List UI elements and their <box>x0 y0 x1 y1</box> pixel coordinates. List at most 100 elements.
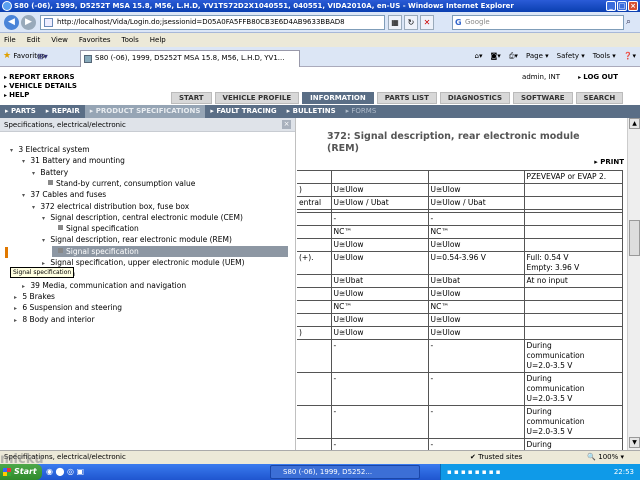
menu-tools[interactable]: Tools <box>122 33 139 47</box>
print-link[interactable]: PRINT <box>594 158 624 166</box>
table-cell: Full: 0.54 V Empty: 3.96 V <box>523 251 623 275</box>
table-cell: - <box>330 438 429 450</box>
tree-node[interactable]: ▾ 31 Battery and mounting <box>22 155 125 166</box>
quick-launch-icons[interactable]: ◉ ⬤ ◎ ▣ <box>46 467 84 476</box>
table-cell: NC™ <box>427 300 525 314</box>
main-tab-parts-list[interactable]: PARTS LIST <box>376 92 437 104</box>
tree-node[interactable]: ▸ 5 Brakes <box>14 291 55 302</box>
sub-tab-product-specifications[interactable]: PRODUCT SPECIFICATIONS <box>84 105 206 118</box>
table-cell: At no input <box>523 274 623 288</box>
tree-node[interactable]: ▸ 6 Suspension and steering <box>14 302 122 313</box>
main-tab-start[interactable]: START <box>171 92 212 104</box>
main-tab-vehicle-profile[interactable]: VEHICLE PROFILE <box>214 92 300 104</box>
home-icon[interactable]: ⌂▾ <box>475 51 483 62</box>
system-tray: ▪ ▪ ▪ ▪ ▪ ▪ ▪ ▪ 22:53 <box>440 464 640 480</box>
tree-leaf[interactable]: Stand-by current, consumption value <box>42 178 195 189</box>
table-cell: U=0.54-3.96 V <box>427 251 525 275</box>
tree-node[interactable]: ▸ 39 Media, communication and navigation <box>22 280 186 291</box>
tree-node[interactable]: ▾ Battery <box>32 167 68 178</box>
collapse-icon[interactable]: ▾ <box>32 168 38 179</box>
search-placeholder: Google <box>465 18 490 26</box>
safety-menu[interactable]: Safety ▾ <box>557 51 585 62</box>
menu-help[interactable]: Help <box>150 33 166 47</box>
security-zone[interactable]: ✔ Trusted sites <box>470 451 522 464</box>
forward-icon[interactable]: ▶ <box>21 15 36 30</box>
logout-link[interactable]: LOG OUT <box>578 73 618 81</box>
table-cell <box>523 212 623 226</box>
table-cell: U≅Ulow / Ubat <box>330 196 429 210</box>
collapse-icon[interactable]: ▾ <box>32 202 38 213</box>
tree-node[interactable]: ▾ 372 electrical distribution box, fuse … <box>32 201 189 212</box>
content-scrollbar[interactable]: ▲ ▼ <box>627 118 640 450</box>
address-url: http://localhost/Vida/Login.do;jsessioni… <box>57 18 345 26</box>
tree-node[interactable]: ▾ 37 Cables and fuses <box>22 189 106 200</box>
table-cell: U≅Ulow <box>427 287 525 301</box>
tree-node[interactable]: ▾ Signal description, central electronic… <box>42 212 243 223</box>
document-content: 372: Signal description, rear electronic… <box>297 118 627 450</box>
sub-tab-fault-tracing[interactable]: FAULT TRACING <box>205 105 281 118</box>
collapse-icon[interactable]: ▾ <box>22 156 28 167</box>
taskbar-ie-button[interactable]: S80 (-06), 1999, D5252... <box>270 465 420 479</box>
search-input[interactable]: G Google ⌕ <box>452 15 631 30</box>
page-menu[interactable]: Page ▾ <box>526 51 549 62</box>
maximize-button[interactable]: □ <box>617 1 627 11</box>
compat-icon[interactable]: ▦ <box>388 15 402 30</box>
menu-favorites[interactable]: Favorites <box>79 33 111 47</box>
collapse-icon[interactable]: ▾ <box>42 213 48 224</box>
menu-edit[interactable]: Edit <box>27 33 41 47</box>
table-cell: - <box>330 212 429 226</box>
collapse-icon[interactable]: ▾ <box>42 235 48 246</box>
menu-view[interactable]: View <box>51 33 68 47</box>
menu-bar: File Edit View Favorites Tools Help <box>0 33 640 47</box>
stop-icon[interactable]: ✕ <box>420 15 434 30</box>
tab-list-icon[interactable]: ⊞▾ <box>37 52 48 61</box>
zoom-level[interactable]: 🔍 100% ▾ <box>587 451 624 464</box>
scroll-thumb[interactable] <box>629 220 640 256</box>
main-tab-diagnostics[interactable]: DIAGNOSTICS <box>439 92 510 104</box>
tree-node[interactable]: ▾ 3 Electrical system <box>10 144 90 155</box>
signal-table: PZEVEVAP or EVAP 2.) U≅Ulow U≅Ulow entral U≅… <box>297 170 623 450</box>
main-tab-software[interactable]: SOFTWARE <box>513 92 573 104</box>
table-cell: ) <box>297 326 332 340</box>
tray-icons[interactable]: ▪ ▪ ▪ ▪ ▪ ▪ ▪ ▪ <box>447 464 501 480</box>
menu-file[interactable]: File <box>4 33 16 47</box>
tree-leaf[interactable]: Signal specification <box>52 223 139 234</box>
panel-close-icon[interactable]: × <box>282 120 291 129</box>
minimize-button[interactable]: _ <box>606 1 616 11</box>
refresh-icon[interactable]: ↻ <box>404 15 418 30</box>
main-tab-information[interactable]: INFORMATION <box>302 92 374 104</box>
main-tab-search[interactable]: SEARCH <box>575 92 624 104</box>
help-link[interactable]: HELP <box>4 91 77 100</box>
sub-tab-bulletins[interactable]: BULLETINS <box>282 105 341 118</box>
table-cell <box>297 287 332 301</box>
search-icon[interactable]: ⌕ <box>626 16 639 29</box>
window-title-bar[interactable]: S80 (-06), 1999, D5252T MSA 15.8, M56, L… <box>0 0 640 12</box>
tools-menu[interactable]: Tools ▾ <box>593 51 616 62</box>
browser-tab[interactable]: S80 (-06), 1999, D5252T MSA 15.8, M56, L… <box>80 50 300 67</box>
report-errors-link[interactable]: REPORT ERRORS <box>4 73 77 82</box>
collapse-icon[interactable]: ▾ <box>10 145 16 156</box>
tree-node[interactable]: ▸ 8 Body and interior <box>14 314 95 325</box>
collapse-icon[interactable]: ▾ <box>22 190 28 201</box>
feeds-icon[interactable]: ◙▾ <box>491 51 501 62</box>
print-icon[interactable]: ⎙▾ <box>509 51 518 62</box>
table-row: --During communication U=2.0-3.5 V <box>297 339 623 373</box>
document-icon <box>48 179 53 185</box>
sub-tab-forms[interactable]: FORMS <box>341 105 382 118</box>
sub-tab-parts[interactable]: PARTS <box>0 105 41 118</box>
scroll-down-icon[interactable]: ▼ <box>629 437 640 448</box>
tree-leaf[interactable]: Signal specification <box>52 245 288 257</box>
table-cell <box>523 183 623 197</box>
table-cell: - <box>427 212 525 226</box>
scroll-up-icon[interactable]: ▲ <box>629 118 640 129</box>
expand-icon[interactable]: ▸ <box>14 315 20 326</box>
sub-tab-repair[interactable]: REPAIR <box>41 105 85 118</box>
address-bar[interactable]: http://localhost/Vida/Login.do;jsessioni… <box>40 15 385 30</box>
table-row: U≅Ulow U≅Ulow <box>297 313 623 327</box>
tree-node[interactable]: ▾ Signal description, rear electronic mo… <box>42 234 232 245</box>
help-icon[interactable]: ❓▾ <box>624 51 636 62</box>
vehicle-details-link[interactable]: VEHICLE DETAILS <box>4 82 77 91</box>
back-icon[interactable]: ◀ <box>4 15 19 30</box>
close-button[interactable]: × <box>628 1 638 11</box>
watermark: micku <box>0 452 44 467</box>
